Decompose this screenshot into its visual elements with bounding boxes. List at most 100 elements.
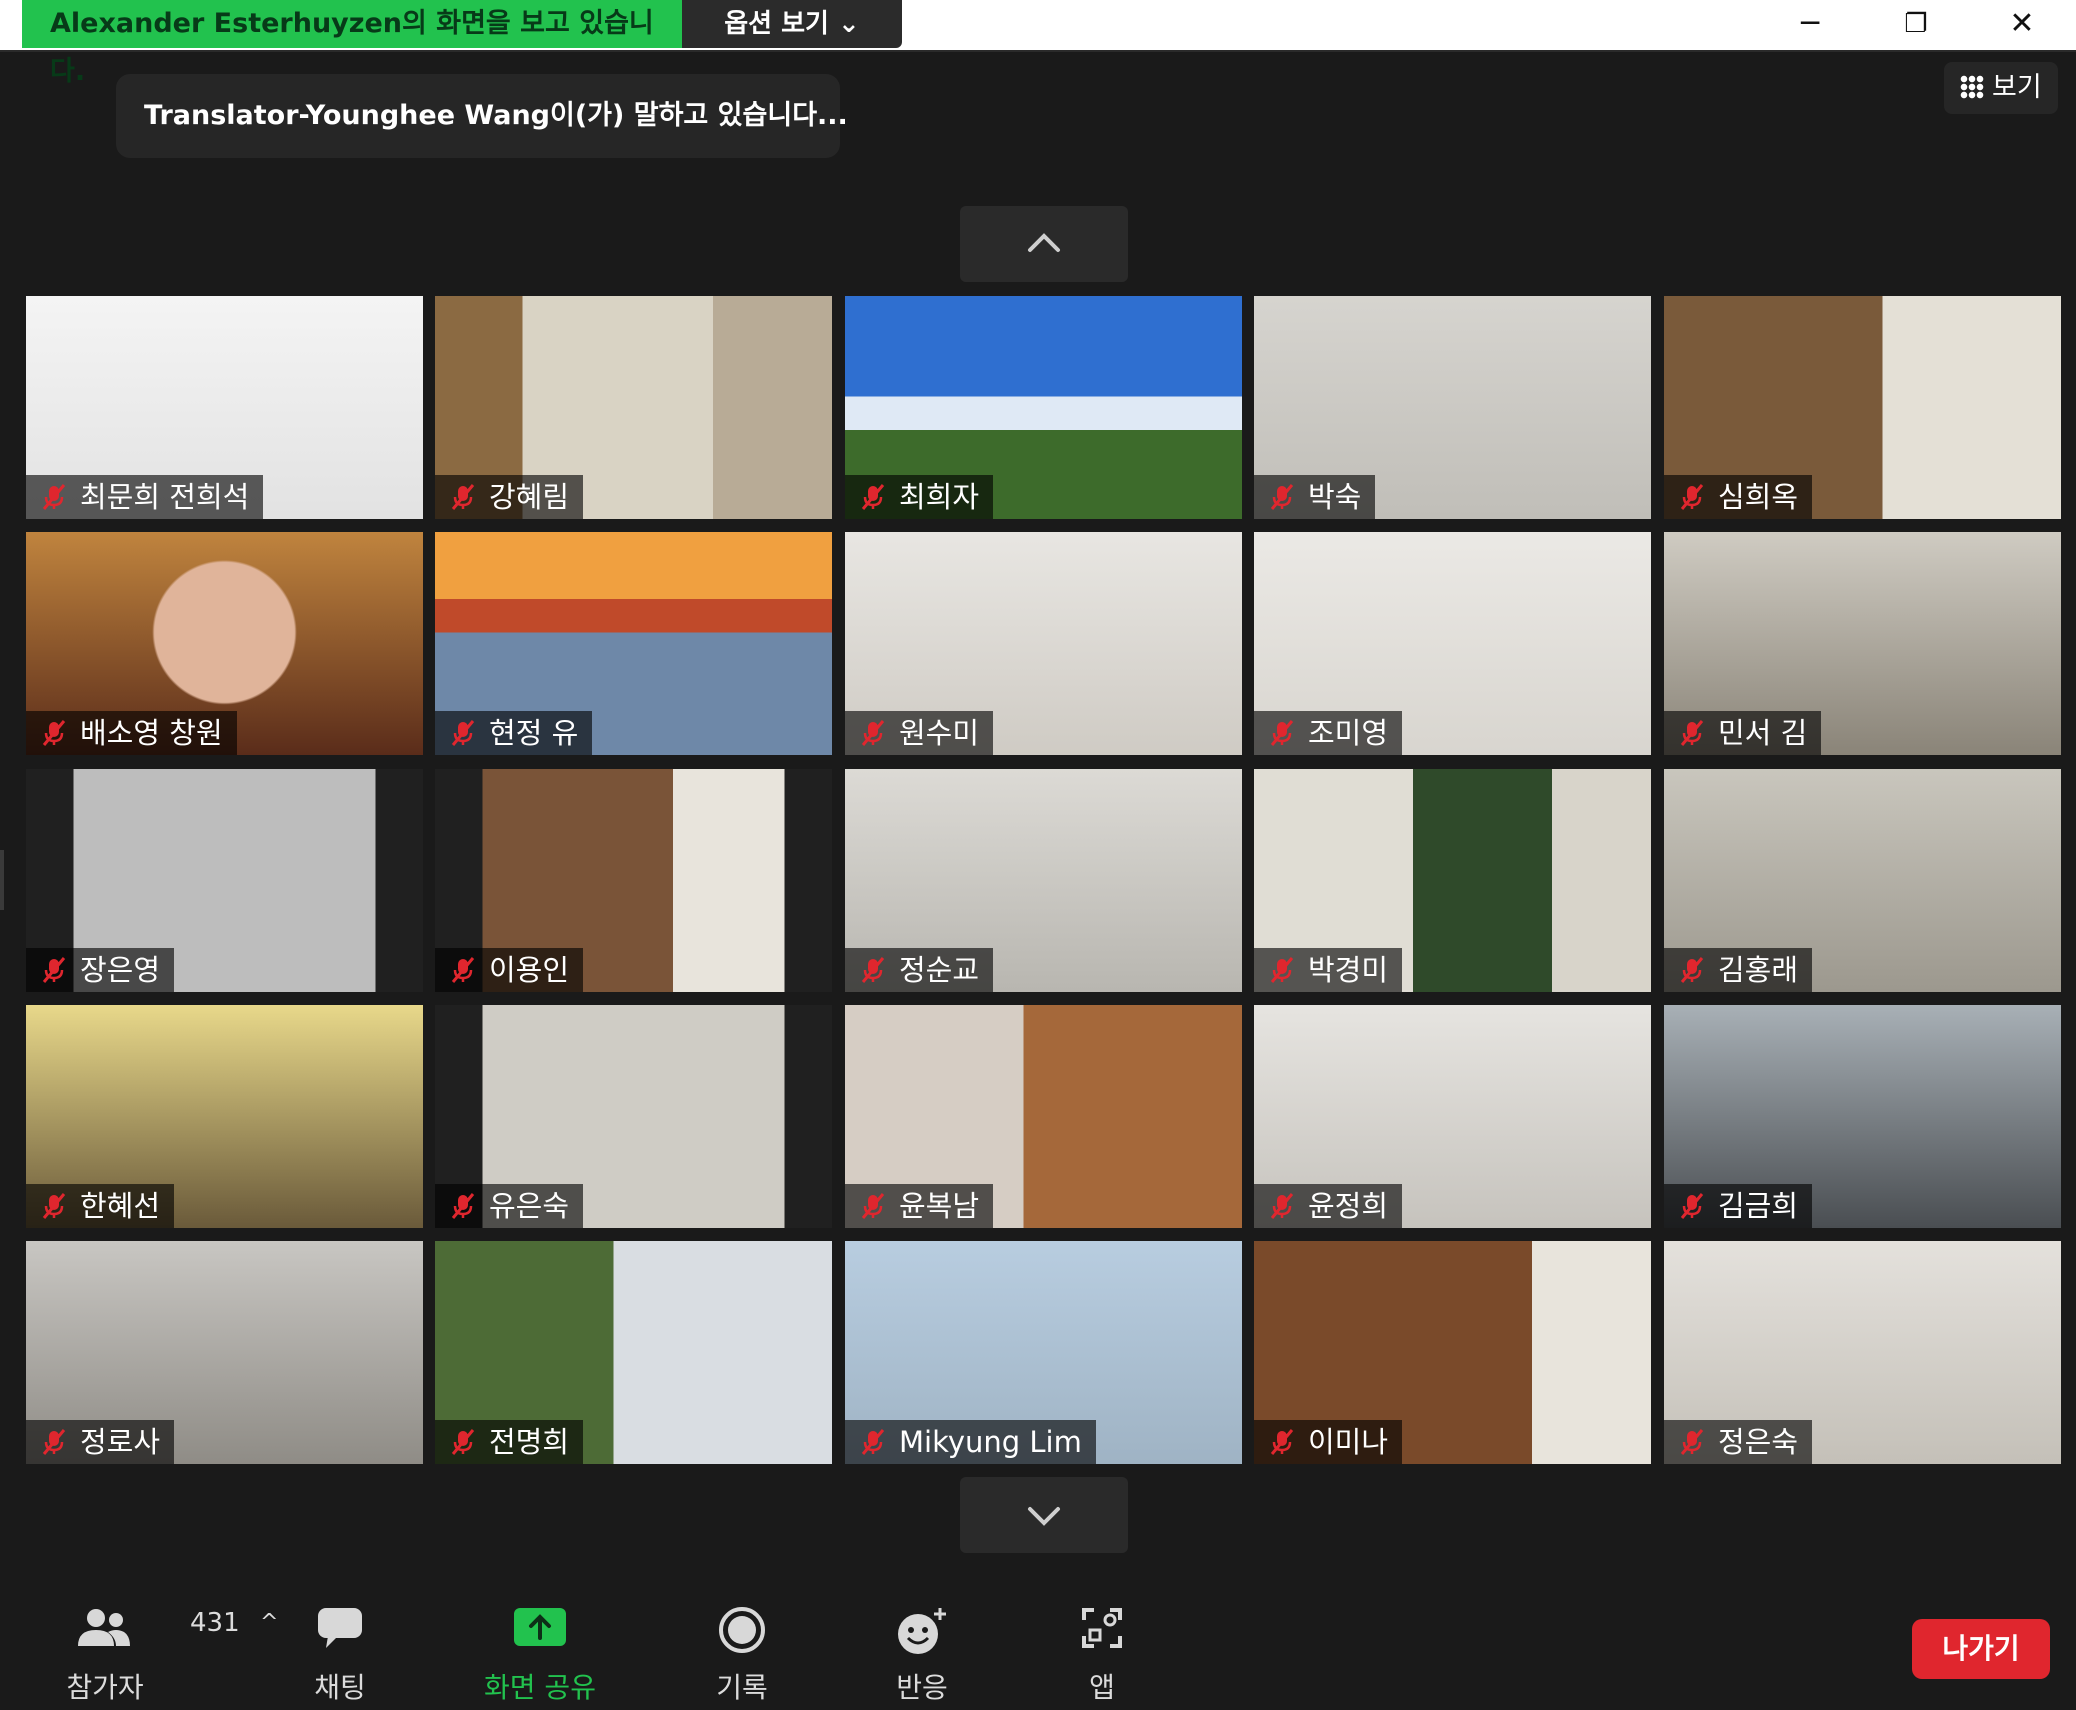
participant-name: 배소영 창원 xyxy=(80,716,223,750)
participant-name: 장은영 xyxy=(80,953,161,987)
participant-name-tag: 한혜선 xyxy=(26,1184,175,1228)
reaction-smiley-icon xyxy=(898,1608,946,1654)
reactions-button[interactable]: 반응 xyxy=(872,1570,972,1710)
meeting-toolbar: 431 ^ 참가자 채팅 화면 공유 기록 반응 앱 xyxy=(0,1570,2076,1710)
share-screen-button[interactable]: 화면 공유 xyxy=(470,1570,610,1710)
participant-video-tile[interactable]: 이미나 xyxy=(1254,1241,1651,1464)
mic-muted-icon xyxy=(451,720,475,746)
participant-video-tile[interactable]: 원수미 xyxy=(845,532,1242,755)
participant-video-tile[interactable]: 현정 유 xyxy=(435,532,832,755)
view-layout-button[interactable]: 보기 xyxy=(1944,62,2058,114)
mic-muted-icon xyxy=(861,957,885,983)
participant-video-tile[interactable]: 정은숙 xyxy=(1664,1241,2061,1464)
mic-muted-icon xyxy=(42,484,66,510)
participant-video-tile[interactable]: Mikyung Lim xyxy=(845,1241,1242,1464)
participant-name-tag: 이미나 xyxy=(1254,1420,1403,1464)
participant-video-tile[interactable]: 윤정희 xyxy=(1254,1005,1651,1228)
apps-button[interactable]: 앱 xyxy=(1052,1570,1152,1710)
mic-muted-icon xyxy=(861,484,885,510)
participant-video-tile[interactable]: 박숙 xyxy=(1254,296,1651,519)
page-down-button[interactable] xyxy=(960,1477,1128,1553)
participant-video-tile[interactable]: 강혜림 xyxy=(435,296,832,519)
participant-name: 윤정희 xyxy=(1308,1189,1389,1223)
chevron-up-icon xyxy=(1028,233,1060,252)
participants-button[interactable]: 431 ^ 참가자 xyxy=(50,1570,290,1710)
apps-label: 앱 xyxy=(1089,1671,1115,1704)
participant-video-tile[interactable]: 장은영 xyxy=(26,769,423,992)
leave-meeting-button[interactable]: 나가기 xyxy=(1912,1619,2050,1679)
participant-video-tile[interactable]: 배소영 창원 xyxy=(26,532,423,755)
participant-name-tag: 박숙 xyxy=(1254,475,1376,519)
chevron-up-icon[interactable]: ^ xyxy=(260,1610,278,1635)
share-screen-icon xyxy=(514,1608,566,1646)
mic-muted-icon xyxy=(1680,957,1704,983)
participant-name: 민서 김 xyxy=(1718,716,1808,750)
minimize-icon[interactable]: ─ xyxy=(1770,0,1850,48)
participant-name-tag: 김금희 xyxy=(1664,1184,1813,1228)
participant-name: 유은숙 xyxy=(489,1189,570,1223)
grid-icon xyxy=(1960,75,1984,99)
mic-muted-icon xyxy=(42,957,66,983)
participant-name-tag: 심희옥 xyxy=(1664,475,1813,519)
participant-video-tile[interactable]: 이용인 xyxy=(435,769,832,992)
mic-muted-icon xyxy=(1680,1429,1704,1455)
mic-muted-icon xyxy=(42,1193,66,1219)
participant-name-tag: 김홍래 xyxy=(1664,948,1813,992)
mic-muted-icon xyxy=(451,1429,475,1455)
participant-name-tag: 전명희 xyxy=(435,1420,584,1464)
page-up-button[interactable] xyxy=(960,206,1128,282)
mic-muted-icon xyxy=(1270,720,1294,746)
mic-muted-icon xyxy=(861,1193,885,1219)
participant-video-tile[interactable]: 김홍래 xyxy=(1664,769,2061,992)
participant-video-tile[interactable]: 심희옥 xyxy=(1664,296,2061,519)
participant-video-tile[interactable]: 전명희 xyxy=(435,1241,832,1464)
participant-name: 김홍래 xyxy=(1718,953,1799,987)
participant-name: 박숙 xyxy=(1308,480,1362,514)
record-button[interactable]: 기록 xyxy=(692,1570,792,1710)
participant-video-tile[interactable]: 정로사 xyxy=(26,1241,423,1464)
side-handle[interactable] xyxy=(0,850,4,910)
participant-video-tile[interactable]: 김금희 xyxy=(1664,1005,2061,1228)
restore-icon[interactable]: ❐ xyxy=(1876,0,1956,48)
participant-video-tile[interactable]: 정순교 xyxy=(845,769,1242,992)
participant-video-tile[interactable]: 윤복남 xyxy=(845,1005,1242,1228)
participant-video-tile[interactable]: 민서 김 xyxy=(1664,532,2061,755)
apps-icon xyxy=(1082,1608,1122,1648)
participant-name-tag: 정은숙 xyxy=(1664,1420,1813,1464)
participant-name: 이미나 xyxy=(1308,1425,1389,1459)
close-icon[interactable]: ✕ xyxy=(1982,0,2062,48)
participant-name: Mikyung Lim xyxy=(899,1425,1082,1459)
record-icon xyxy=(719,1607,765,1653)
participant-name: 김금희 xyxy=(1718,1189,1799,1223)
participant-video-tile[interactable]: 박경미 xyxy=(1254,769,1651,992)
video-gallery: 최문희 전희석 강혜림 최희자 박숙 심희옥배소영 창원 현정 유 원수미 조미영 민서 김장은… xyxy=(26,296,2061,1464)
participant-name-tag: 배소영 창원 xyxy=(26,711,237,755)
participant-name: 현정 유 xyxy=(489,716,579,750)
mic-muted-icon xyxy=(451,957,475,983)
participant-name-tag: 윤정희 xyxy=(1254,1184,1403,1228)
mic-muted-icon xyxy=(1270,1429,1294,1455)
chat-button[interactable]: 채팅 xyxy=(290,1570,390,1710)
participant-video-tile[interactable]: 유은숙 xyxy=(435,1005,832,1228)
participant-video-tile[interactable]: 최문희 전희석 xyxy=(26,296,423,519)
participant-name: 정순교 xyxy=(899,953,980,987)
participant-name-tag: 강혜림 xyxy=(435,475,584,519)
participant-name-tag: 장은영 xyxy=(26,948,175,992)
participant-video-tile[interactable]: 한혜선 xyxy=(26,1005,423,1228)
participant-name: 원수미 xyxy=(899,716,980,750)
participant-video-tile[interactable]: 최희자 xyxy=(845,296,1242,519)
participant-name-tag: 윤복남 xyxy=(845,1184,994,1228)
mic-muted-icon xyxy=(1270,484,1294,510)
participant-video-tile[interactable]: 조미영 xyxy=(1254,532,1651,755)
active-speaker-banner: Translator-Younghee Wang이(가) 말하고 있습니다... xyxy=(116,74,848,158)
chat-icon xyxy=(318,1608,362,1648)
participant-name: 전명희 xyxy=(489,1425,570,1459)
view-options-button[interactable]: 옵션 보기 ⌄ xyxy=(682,0,902,48)
participant-name-tag: 박경미 xyxy=(1254,948,1403,992)
participant-name: 한혜선 xyxy=(80,1189,161,1223)
mic-muted-icon xyxy=(861,1429,885,1455)
participant-name: 심희옥 xyxy=(1718,480,1799,514)
mic-muted-icon xyxy=(1270,957,1294,983)
participant-name: 최문희 전희석 xyxy=(80,480,250,514)
mic-muted-icon xyxy=(1680,1193,1704,1219)
